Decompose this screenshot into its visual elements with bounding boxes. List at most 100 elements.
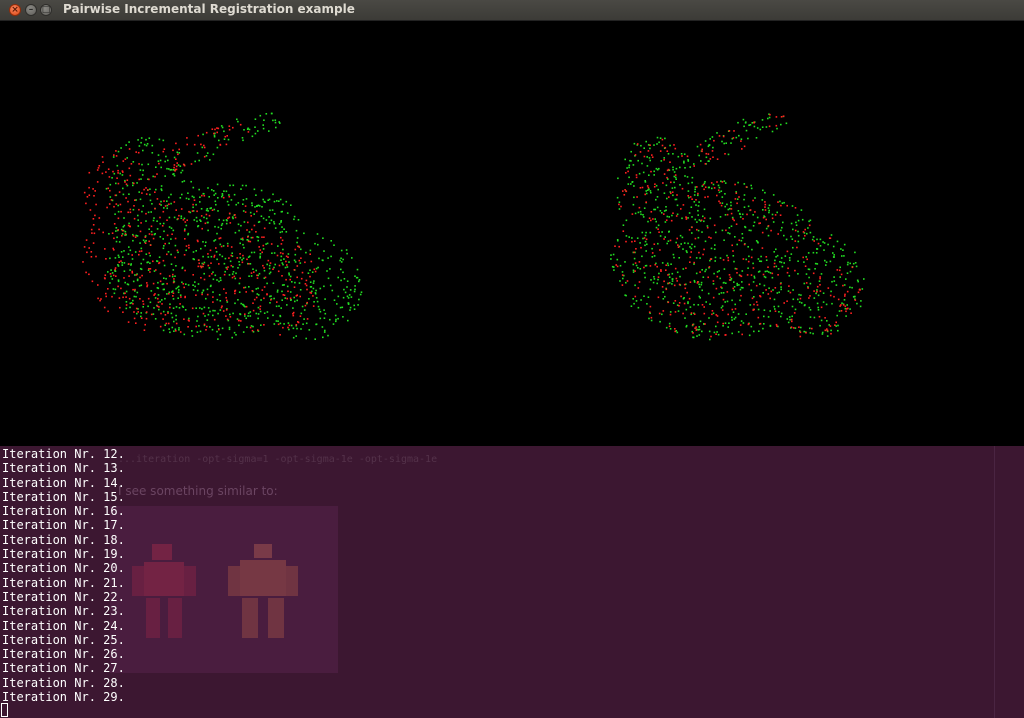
target-point xyxy=(682,248,684,250)
source-point xyxy=(708,266,711,268)
target-point xyxy=(191,195,194,198)
source-point xyxy=(91,280,94,283)
target-point xyxy=(286,212,289,214)
target-point xyxy=(851,286,853,289)
target-point xyxy=(220,227,222,230)
target-point xyxy=(242,331,245,333)
target-point xyxy=(270,112,273,115)
target-point xyxy=(632,269,635,272)
source-point xyxy=(165,322,168,325)
target-point xyxy=(233,193,236,196)
target-point xyxy=(687,242,689,245)
title-bar[interactable]: × – □ Pairwise Incremental Registration … xyxy=(0,0,1024,21)
source-point xyxy=(107,288,109,290)
target-point xyxy=(160,204,162,206)
source-point xyxy=(816,285,819,288)
target-point xyxy=(228,274,231,276)
target-point xyxy=(294,281,296,284)
source-point xyxy=(752,309,754,311)
target-point xyxy=(653,255,656,257)
target-point xyxy=(707,160,710,162)
source-point xyxy=(828,237,831,239)
target-point xyxy=(683,153,686,155)
target-point xyxy=(734,316,737,319)
source-point xyxy=(228,195,231,198)
terminal-output[interactable]: Iteration Nr. 12. Iteration Nr. 13. Iterat… xyxy=(2,447,402,704)
target-point xyxy=(168,196,170,199)
target-point xyxy=(155,166,157,168)
target-point xyxy=(816,248,819,250)
source-point xyxy=(799,297,802,300)
source-point xyxy=(665,264,667,266)
source-point xyxy=(160,312,162,315)
target-point xyxy=(273,266,275,269)
target-point xyxy=(637,211,640,214)
source-point xyxy=(703,217,706,219)
target-point xyxy=(202,133,204,136)
source-point xyxy=(120,287,122,290)
source-point xyxy=(638,261,641,263)
source-point xyxy=(270,243,273,245)
target-point xyxy=(797,273,799,275)
source-point xyxy=(128,275,130,277)
source-point xyxy=(674,328,676,330)
maximize-button[interactable]: □ xyxy=(40,4,52,16)
target-point xyxy=(218,218,220,221)
source-point xyxy=(812,272,815,275)
source-point xyxy=(182,219,185,221)
source-point xyxy=(179,303,181,305)
source-point xyxy=(844,295,846,297)
source-point xyxy=(114,194,117,197)
target-point xyxy=(821,331,824,334)
target-point xyxy=(618,201,621,203)
target-point xyxy=(217,338,219,340)
source-point xyxy=(660,269,662,271)
source-point xyxy=(169,306,171,309)
source-point xyxy=(186,143,188,146)
target-point xyxy=(239,256,242,259)
target-point xyxy=(284,266,287,269)
source-point xyxy=(279,252,282,254)
target-point xyxy=(117,204,119,207)
target-point xyxy=(809,332,812,334)
target-point xyxy=(117,254,120,257)
source-point xyxy=(245,305,248,308)
target-point xyxy=(619,264,622,267)
target-point xyxy=(727,208,730,211)
target-point xyxy=(642,216,645,218)
source-point xyxy=(649,305,652,308)
target-point xyxy=(819,238,822,241)
source-point xyxy=(707,153,710,155)
target-point xyxy=(690,206,693,208)
source-point xyxy=(643,237,646,239)
source-point xyxy=(144,236,147,238)
target-point xyxy=(238,324,240,327)
target-point xyxy=(200,247,202,250)
target-point xyxy=(842,249,844,251)
source-point xyxy=(741,148,743,150)
source-point xyxy=(198,262,200,265)
target-point xyxy=(299,289,302,291)
target-point xyxy=(651,247,653,250)
target-point xyxy=(289,275,292,278)
target-point xyxy=(280,211,283,213)
target-point xyxy=(269,209,271,212)
source-point xyxy=(676,280,678,282)
target-point xyxy=(849,270,852,273)
target-point xyxy=(624,261,626,263)
source-point xyxy=(759,222,761,224)
source-point xyxy=(780,116,783,118)
minimize-button[interactable]: – xyxy=(25,4,37,16)
target-point xyxy=(215,203,217,206)
source-point xyxy=(281,239,284,242)
source-point xyxy=(647,186,650,189)
pointcloud-viewer[interactable] xyxy=(0,21,1024,446)
target-point xyxy=(849,262,851,265)
close-button[interactable]: × xyxy=(9,4,21,16)
target-point xyxy=(283,258,285,260)
target-point xyxy=(695,257,698,259)
viewer-canvas[interactable] xyxy=(0,21,1024,446)
source-point xyxy=(636,196,638,198)
target-point xyxy=(720,292,723,294)
target-point xyxy=(114,213,116,215)
